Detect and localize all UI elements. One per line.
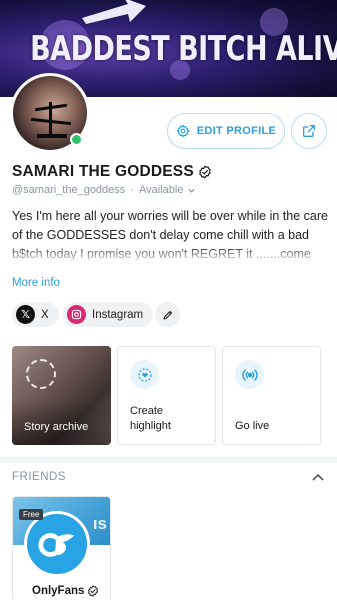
availability-dropdown[interactable]: Available (139, 184, 196, 196)
chevron-up-icon[interactable] (310, 470, 326, 484)
friend-name-text: OnlyFans (32, 585, 85, 597)
edit-profile-label: EDIT PROFILE (196, 125, 277, 137)
social-link-instagram-label: Instagram (92, 308, 144, 321)
pencil-icon (162, 310, 172, 320)
create-highlight-card[interactable]: Create highlight (117, 346, 216, 445)
friends-section-title: FRIENDS (12, 471, 66, 483)
friend-cover-text: ıs (92, 514, 107, 533)
live-broadcast-icon (235, 360, 264, 389)
profile-name: SAMARI THE GODDESS (12, 163, 212, 181)
banner-text: BADDEST BITCH ALIV (30, 30, 337, 69)
bio-fade (0, 245, 337, 267)
go-live-card[interactable]: Go live (222, 346, 321, 445)
availability-status: Available (138, 184, 184, 196)
more-info-link[interactable]: More info (12, 277, 60, 289)
go-live-label: Go live (235, 420, 270, 432)
social-link-x[interactable]: 𝕏 X (12, 302, 59, 327)
profile-handle: @samari_the_goddess (12, 184, 126, 196)
handle-status-line: @samari_the_goddess · Available (12, 184, 196, 196)
gear-icon (176, 124, 190, 138)
friend-card-onlyfans[interactable]: ıs Free OnlyFans (12, 496, 111, 600)
profile-name-text: SAMARI THE GODDESS (12, 163, 194, 180)
story-archive-label: Story archive (24, 421, 89, 433)
verified-badge-icon (88, 585, 99, 597)
edit-profile-button[interactable]: EDIT PROFILE (167, 113, 285, 149)
story-ring-icon (26, 359, 56, 389)
social-link-instagram[interactable]: Instagram (63, 302, 154, 327)
create-highlight-label: Create highlight (130, 405, 171, 432)
separator: · (130, 184, 134, 196)
verified-badge-icon (199, 165, 211, 179)
share-icon (303, 125, 315, 137)
share-button[interactable] (291, 113, 327, 149)
story-archive-card[interactable]: Story archive (12, 346, 111, 445)
online-status-dot (70, 133, 83, 146)
section-divider (0, 457, 337, 463)
x-logo-icon: 𝕏 (16, 305, 35, 324)
free-badge: Free (19, 509, 44, 520)
edit-social-links-button[interactable] (155, 302, 180, 327)
instagram-icon (67, 305, 86, 324)
friend-name: OnlyFans (32, 585, 99, 597)
chevron-down-icon (188, 188, 196, 193)
heart-icon (130, 360, 159, 389)
arrow-graphic (82, 0, 146, 24)
social-link-x-label: X (41, 308, 49, 321)
onlyfans-logo-icon (24, 511, 90, 577)
